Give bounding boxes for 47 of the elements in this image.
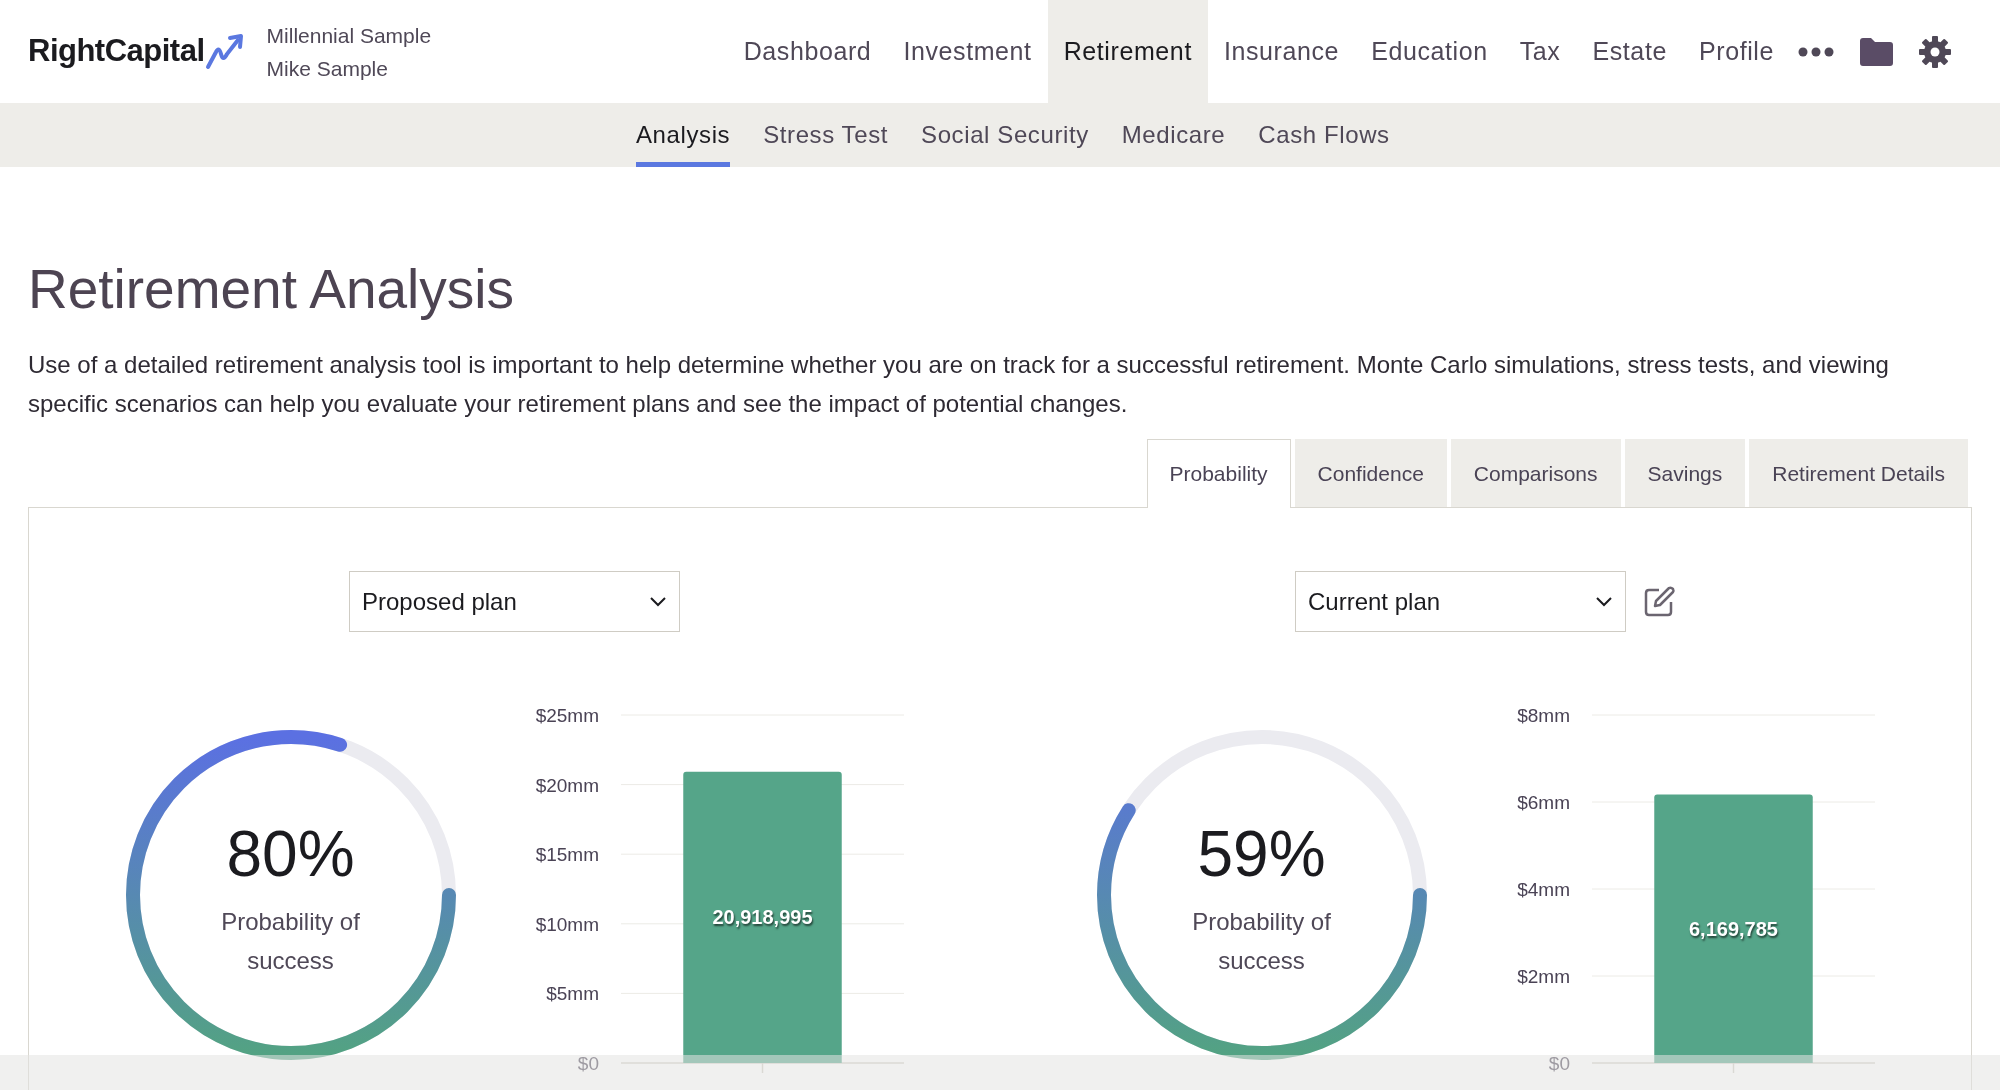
probability-value: 59%	[1197, 822, 1326, 886]
axis-label: $2mm	[1516, 966, 1570, 987]
nav-tab[interactable]: Investment	[887, 0, 1048, 103]
more-icon[interactable]	[1798, 46, 1834, 57]
caret-icon	[1595, 596, 1613, 607]
axis-label: $25mm	[535, 705, 599, 726]
nav-tab[interactable]: Profile	[1682, 0, 1790, 103]
axis-label: $8mm	[1516, 705, 1570, 726]
view-tab[interactable]: Retirement Details	[1749, 439, 1968, 507]
bar-value-label: 20,918,995	[711, 906, 813, 929]
view-tab[interactable]: Comparisons	[1450, 439, 1621, 507]
axis-label: $4mm	[1516, 879, 1570, 900]
nav-tab[interactable]: Tax	[1503, 0, 1577, 103]
axis-label: $15mm	[535, 844, 599, 866]
probability-caption: Probability of success	[1191, 907, 1332, 976]
intro-paragraph: Use of a detailed retirement analysis tool is important to help determine whether you are on track for a successful retirement. Monte Carlo simulations, stress tests, and viewing specific scenarios can help you evaluate your retirement plans and see the impact of potential changes.	[28, 350, 1890, 419]
subnav-tab[interactable]: Social Security	[921, 103, 1089, 167]
axis-label: $5mm	[545, 983, 599, 1005]
bar-value-label: 6,169,785	[1688, 917, 1778, 940]
edit-icon[interactable]	[1642, 584, 1676, 619]
nav-tab[interactable]: Insurance	[1207, 0, 1356, 103]
logo-wordmark[interactable]: RightCapital	[28, 28, 205, 75]
axis-label: $0	[1548, 1053, 1570, 1074]
nav-tab[interactable]: Estate	[1576, 0, 1683, 103]
axis-label: $20mm	[535, 774, 599, 796]
axis-label: $6mm	[1516, 792, 1570, 813]
view-tab[interactable]: Probability	[1146, 439, 1291, 508]
subnav-tab[interactable]: Cash Flows	[1258, 103, 1390, 167]
plan-dropdown[interactable]: Proposed plan	[349, 571, 680, 632]
probability-caption: Probability of success	[220, 907, 361, 976]
probability-value: 80%	[226, 822, 355, 886]
client-name: Millennial Sample	[266, 22, 432, 49]
view-tab[interactable]: Confidence	[1294, 439, 1447, 507]
subnav-tab[interactable]: Analysis	[636, 103, 731, 167]
caret-icon	[649, 596, 667, 607]
view-tab[interactable]: Savings	[1624, 439, 1746, 507]
settings-icon[interactable]	[1918, 34, 1952, 69]
subnav-tab[interactable]: Stress Test	[763, 103, 889, 167]
nav-tab[interactable]: Education	[1355, 0, 1504, 103]
axis-label: $0	[577, 1053, 599, 1074]
plan-dropdown[interactable]: Current plan	[1295, 571, 1626, 632]
nav-tab[interactable]: Retirement	[1047, 0, 1208, 103]
axis-label: $10mm	[535, 913, 599, 935]
client-name: Mike Sample	[266, 55, 389, 82]
folder-icon[interactable]	[1858, 36, 1894, 67]
subnav-tab[interactable]: Medicare	[1121, 103, 1226, 167]
nav-tab[interactable]: Dashboard	[727, 0, 888, 103]
